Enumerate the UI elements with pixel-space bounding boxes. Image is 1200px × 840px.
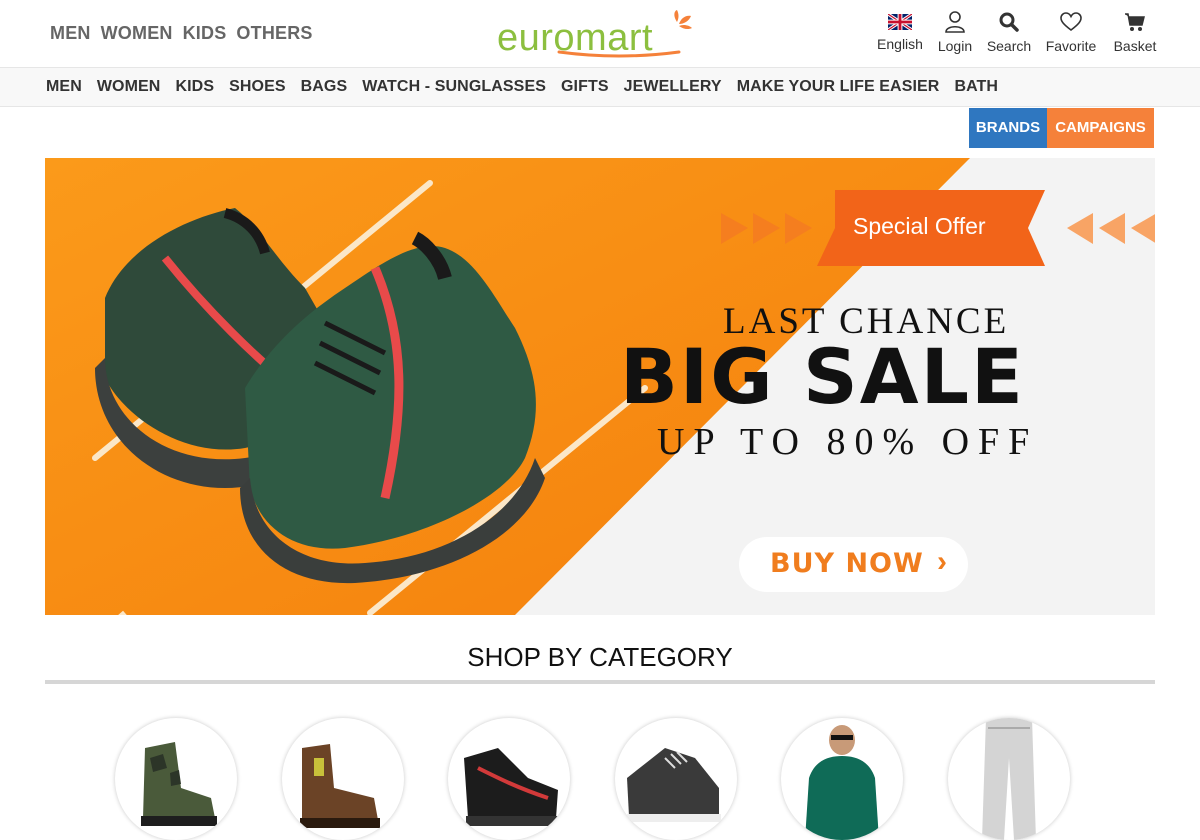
category-circle-camo-boots[interactable]: [115, 718, 237, 840]
big-sale-text: BIG SALE: [620, 332, 1025, 421]
hero-banner[interactable]: Special Offer LAST CHANCE BIG SALE UP TO…: [45, 158, 1155, 615]
category-nav-shoes[interactable]: SHOES: [229, 78, 286, 96]
user-icon: [945, 10, 965, 34]
category-circle-brown-boots[interactable]: [281, 718, 404, 840]
favorite-link[interactable]: Favorite: [1038, 10, 1104, 54]
sweater-model-icon: [805, 725, 879, 840]
category-circle-sweaters[interactable]: [781, 718, 903, 840]
cart-icon: [1124, 10, 1146, 34]
category-circle-sneakers[interactable]: [448, 718, 570, 840]
category-nav-women[interactable]: WOMEN: [97, 78, 161, 96]
trousers-icon: [981, 718, 1036, 840]
gender-nav-kids[interactable]: KIDS: [183, 23, 227, 44]
brands-button[interactable]: BRANDS: [969, 108, 1047, 148]
basket-link[interactable]: Basket: [1104, 10, 1166, 54]
logo-smile-icon: [557, 50, 681, 58]
buy-now-button[interactable]: BUY NOW ›: [739, 537, 968, 592]
search-link[interactable]: Search: [980, 10, 1038, 54]
category-circles: [115, 718, 1114, 840]
category-nav-watch-sunglasses[interactable]: WATCH - SUNGLASSES: [362, 78, 546, 96]
category-nav: MEN WOMEN KIDS SHOES BAGS WATCH - SUNGLA…: [0, 67, 1200, 107]
user-tools: English Login Search Favorite Basket: [870, 10, 1166, 54]
discount-text: UP TO 80% OFF: [657, 421, 1039, 463]
chevron-right-icon: ›: [937, 545, 947, 578]
login-link[interactable]: Login: [930, 10, 980, 54]
section-divider: [45, 680, 1155, 684]
logo-leaf-icon: [674, 10, 692, 30]
gender-nav-others[interactable]: OTHERS: [236, 23, 312, 44]
gender-nav: MEN WOMEN KIDS OTHERS: [50, 23, 313, 44]
buy-now-label: BUY NOW: [770, 548, 924, 579]
category-nav-jewellery[interactable]: JEWELLERY: [624, 78, 722, 96]
search-label: Search: [986, 38, 1032, 54]
campaigns-button[interactable]: CAMPAIGNS: [1047, 108, 1154, 148]
category-nav-men[interactable]: MEN: [46, 78, 82, 96]
language-selector[interactable]: English: [870, 10, 930, 54]
gender-nav-men[interactable]: MEN: [50, 23, 91, 44]
site-logo[interactable]: euromart: [497, 8, 697, 60]
category-nav-kids[interactable]: KIDS: [175, 78, 214, 96]
camo-boot-icon: [141, 742, 217, 826]
heart-icon: [1060, 10, 1082, 34]
language-label: English: [877, 36, 923, 52]
category-nav-make-your-life-easier[interactable]: MAKE YOUR LIFE EASIER: [737, 78, 940, 96]
category-nav-gifts[interactable]: GIFTS: [561, 78, 609, 96]
gender-nav-women[interactable]: WOMEN: [101, 23, 173, 44]
search-icon: [999, 10, 1019, 34]
casual-shoe-icon: [626, 748, 721, 822]
uk-flag-icon: [888, 10, 912, 34]
category-circle-casual-shoes[interactable]: [614, 718, 737, 840]
favorite-label: Favorite: [1045, 38, 1097, 54]
top-header: MEN WOMEN KIDS OTHERS euromart English L…: [0, 0, 1200, 67]
category-circle-trousers[interactable]: [947, 718, 1070, 840]
shop-by-category-title: SHOP BY CATEGORY: [467, 642, 733, 672]
special-offer-text: Special Offer: [853, 213, 986, 239]
login-label: Login: [937, 38, 973, 54]
sneaker-icon: [464, 748, 558, 826]
brown-boot-icon: [299, 744, 380, 828]
category-nav-bags[interactable]: BAGS: [301, 78, 348, 96]
promo-buttons: BRANDS CAMPAIGNS: [969, 108, 1154, 148]
basket-label: Basket: [1113, 38, 1157, 54]
category-nav-bath[interactable]: BATH: [954, 78, 998, 96]
